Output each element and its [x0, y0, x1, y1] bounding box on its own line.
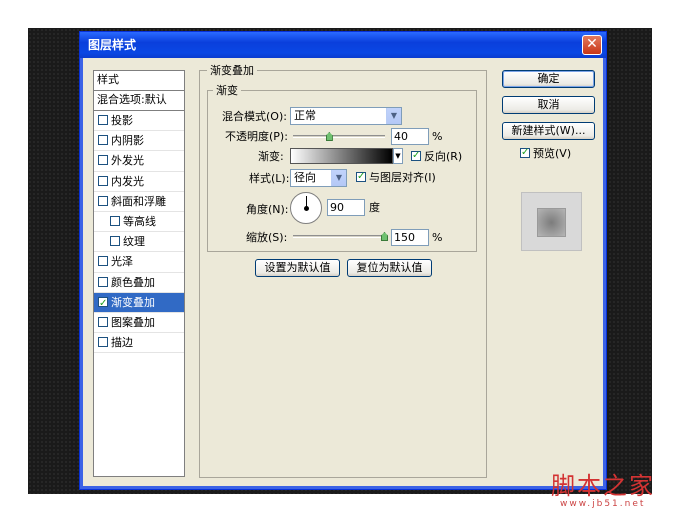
style-item-checkbox[interactable] [98, 135, 108, 146]
style-item-label: 投影 [111, 114, 133, 127]
style-list: 样式 混合选项:默认 投影内阴影外发光内发光斜面和浮雕等高线纹理光泽颜色叠加渐变… [93, 70, 185, 477]
blend-options-item[interactable]: 混合选项:默认 [94, 91, 184, 111]
style-item-checkbox[interactable] [110, 236, 120, 247]
style-list-item[interactable]: 内阴影 [94, 131, 184, 152]
chevron-down-icon: ▼ [331, 170, 346, 186]
style-list-item[interactable]: 内发光 [94, 172, 184, 192]
angle-unit: 度 [369, 201, 380, 214]
style-preview-thumbnail [521, 192, 582, 251]
reverse-checkbox[interactable]: 反向(R) [411, 148, 463, 165]
close-icon: ✕ [586, 36, 598, 52]
style-item-checkbox[interactable] [98, 175, 108, 186]
style-item-label: 外发光 [111, 154, 144, 168]
preview-square [537, 208, 566, 237]
align-with-layer-checkbox[interactable]: 与图层对齐(I) [356, 169, 436, 186]
style-item-checkbox[interactable] [98, 195, 108, 206]
blend-mode-label: 混合模式(O): [222, 110, 287, 123]
ok-button[interactable]: 确定 [502, 70, 595, 88]
style-item-checkbox[interactable] [98, 337, 108, 348]
style-item-label: 等高线 [123, 214, 156, 228]
style-item-label: 内发光 [111, 174, 144, 188]
style-item-checkbox[interactable] [98, 256, 108, 267]
close-button[interactable]: ✕ [582, 35, 602, 55]
style-item-label: 纹理 [123, 235, 145, 249]
style-label: 样式(L): [249, 172, 290, 185]
preview-label: 预览(V) [533, 147, 572, 160]
gradient-label: 渐变: [258, 150, 284, 163]
scale-label: 缩放(S): [246, 231, 288, 244]
gradient-swatch[interactable] [290, 148, 393, 164]
preview-checkbox-box[interactable] [520, 145, 530, 161]
style-item-checkbox[interactable] [110, 215, 120, 226]
style-item-label: 渐变叠加 [111, 295, 155, 309]
reset-default-button[interactable]: 复位为默认值 [347, 259, 432, 277]
angle-label: 角度(N): [246, 203, 289, 216]
style-item-label: 内阴影 [111, 134, 144, 148]
gradient-style-value: 径向 [294, 171, 316, 184]
scale-percent: % [432, 231, 443, 244]
style-list-header[interactable]: 样式 [94, 71, 184, 91]
opacity-label: 不透明度(P): [225, 130, 288, 143]
dialog-titlebar[interactable]: 图层样式 ✕ [80, 32, 606, 58]
style-item-checkbox[interactable] [98, 316, 108, 327]
style-item-label: 光泽 [111, 255, 133, 269]
scale-slider[interactable] [293, 235, 385, 238]
align-label: 与图层对齐(I) [369, 171, 436, 184]
chevron-down-icon: ▼ [386, 108, 401, 124]
gradient-style-select[interactable]: 径向 ▼ [290, 169, 347, 187]
style-item-label: 颜色叠加 [111, 275, 155, 289]
opacity-slider[interactable] [293, 135, 385, 138]
style-item-label: 描边 [111, 336, 133, 350]
layer-style-dialog: 图层样式 ✕ 样式 混合选项:默认 投影内阴影外发光内发光斜面和浮雕等高线纹理光… [79, 31, 607, 490]
angle-input[interactable]: 90 [327, 199, 365, 216]
opacity-input[interactable]: 40 [391, 128, 429, 145]
style-list-item[interactable]: 纹理 [94, 232, 184, 253]
style-item-checkbox[interactable] [98, 115, 108, 125]
opacity-percent: % [432, 130, 443, 143]
watermark-url: www.jb51.net [560, 499, 646, 509]
style-item-checkbox[interactable] [98, 155, 108, 166]
style-list-item[interactable]: 渐变叠加 [94, 292, 184, 314]
style-list-item[interactable]: 颜色叠加 [94, 273, 184, 293]
scale-input[interactable]: 150 [391, 229, 429, 246]
style-item-label: 斜面和浮雕 [111, 194, 166, 208]
align-checkbox-box[interactable] [356, 169, 366, 185]
cancel-button[interactable]: 取消 [502, 96, 595, 114]
style-list-item[interactable]: 图案叠加 [94, 313, 184, 334]
style-item-label: 图案叠加 [111, 315, 155, 329]
style-list-item[interactable]: 等高线 [94, 212, 184, 233]
style-list-item[interactable]: 描边 [94, 333, 184, 354]
angle-center-dot [304, 206, 309, 211]
angle-dial[interactable] [290, 192, 322, 224]
reverse-label: 反向(R) [424, 150, 463, 163]
blend-mode-select[interactable]: 正常 ▼ [290, 107, 402, 125]
watermark-logo: 脚本之家 [551, 472, 655, 500]
gradient-overlay-title: 渐变叠加 [207, 64, 257, 77]
style-list-item[interactable]: 投影 [94, 111, 184, 132]
style-list-item[interactable]: 外发光 [94, 151, 184, 172]
style-item-checkbox[interactable] [98, 294, 108, 314]
dialog-title: 图层样式 [88, 38, 137, 52]
set-default-button[interactable]: 设置为默认值 [255, 259, 340, 277]
blend-mode-value: 正常 [294, 109, 316, 122]
style-item-checkbox[interactable] [98, 276, 108, 287]
dialog-body: 样式 混合选项:默认 投影内阴影外发光内发光斜面和浮雕等高线纹理光泽颜色叠加渐变… [84, 58, 602, 485]
gradient-subgroup-title: 渐变 [213, 84, 241, 97]
gradient-picker-arrow-icon[interactable]: ▼ [393, 148, 403, 164]
style-list-item[interactable]: 光泽 [94, 252, 184, 273]
new-style-button[interactable]: 新建样式(W)... [502, 122, 595, 140]
preview-checkbox[interactable]: 预览(V) [520, 145, 572, 162]
reverse-checkbox-box[interactable] [411, 148, 421, 164]
style-list-item[interactable]: 斜面和浮雕 [94, 192, 184, 212]
